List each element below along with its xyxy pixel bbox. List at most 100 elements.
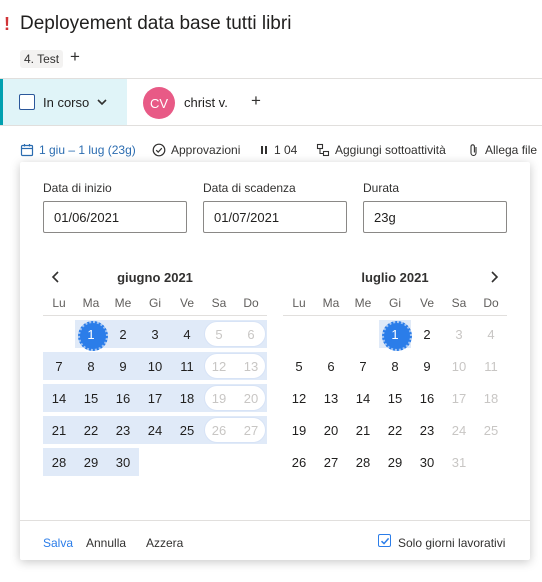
calendar-day[interactable]: 5: [283, 352, 315, 380]
reset-button[interactable]: Azzera: [146, 536, 183, 550]
calendar-day[interactable]: 14: [43, 384, 75, 412]
due-date-input[interactable]: 01/07/2021: [203, 201, 347, 233]
checklist-count-label: 1 04: [274, 143, 298, 157]
approvals-button[interactable]: Approvazioni: [152, 143, 240, 157]
task-title[interactable]: Deployement data base tutti libri: [20, 13, 291, 35]
calendar-day[interactable]: 24: [443, 416, 475, 444]
calendar-day[interactable]: 4: [475, 320, 507, 348]
weekday-divider: [43, 315, 267, 316]
save-button[interactable]: Salva: [43, 536, 73, 550]
calendar-day[interactable]: 13: [315, 384, 347, 412]
calendar-day[interactable]: 13: [235, 352, 267, 380]
chevron-down-icon[interactable]: [96, 96, 108, 108]
weekday-header: Me: [354, 296, 372, 310]
add-subtask-button[interactable]: Aggiungi sottoattività: [316, 143, 446, 157]
duration-input[interactable]: 23g: [363, 201, 507, 233]
weekday-header: Ma: [82, 296, 100, 310]
calendar-day[interactable]: 30: [107, 448, 139, 476]
calendar-day[interactable]: 14: [347, 384, 379, 412]
calendar-day[interactable]: 8: [75, 352, 107, 380]
calendar-day[interactable]: 15: [379, 384, 411, 412]
calendar-day[interactable]: 28: [43, 448, 75, 476]
add-tag-button[interactable]: +: [70, 47, 80, 67]
calendar-day[interactable]: 20: [235, 384, 267, 412]
status-label: In corso: [43, 95, 90, 110]
date-picker-popup: Data di inizio Data di scadenza Durata 0…: [20, 162, 530, 560]
check-icon: [380, 537, 389, 545]
assignee-name[interactable]: christ v.: [184, 95, 228, 110]
calendar-day[interactable]: 19: [283, 416, 315, 444]
calendar-day[interactable]: 16: [107, 384, 139, 412]
calendar-day[interactable]: 11: [475, 352, 507, 380]
calendar-day[interactable]: 2: [107, 320, 139, 348]
calendar-day[interactable]: 29: [75, 448, 107, 476]
checklist-count[interactable]: 1 04: [259, 143, 297, 157]
calendar-day[interactable]: 29: [379, 448, 411, 476]
due-date-label: Data di scadenza: [203, 181, 296, 195]
calendar-day[interactable]: 10: [139, 352, 171, 380]
calendar-day[interactable]: 22: [75, 416, 107, 444]
calendar-day[interactable]: 9: [107, 352, 139, 380]
calendar-day[interactable]: 24: [139, 416, 171, 444]
weekday-header: Do: [243, 296, 259, 310]
calendar-day[interactable]: 28: [347, 448, 379, 476]
calendar-day[interactable]: 11: [171, 352, 203, 380]
calendar-day[interactable]: 20: [315, 416, 347, 444]
start-date-input[interactable]: 01/06/2021: [43, 201, 187, 233]
calendar-day[interactable]: 10: [443, 352, 475, 380]
check-circle-icon: [152, 143, 166, 157]
approvals-label: Approvazioni: [171, 143, 241, 157]
calendar-day[interactable]: 27: [315, 448, 347, 476]
calendar-day[interactable]: 12: [203, 352, 235, 380]
calendar-day[interactable]: 7: [43, 352, 75, 380]
calendar-day[interactable]: 18: [171, 384, 203, 412]
calendar-day[interactable]: 1: [75, 320, 108, 351]
calendar-day[interactable]: 8: [379, 352, 411, 380]
calendar-day[interactable]: 3: [139, 320, 171, 348]
bucket-tag[interactable]: 4. Test: [20, 50, 64, 68]
priority-icon: !: [4, 14, 10, 34]
avatar[interactable]: CV: [143, 87, 175, 119]
weekday-header: Gi: [149, 296, 161, 310]
calendar-day[interactable]: 31: [443, 448, 475, 476]
calendar-day[interactable]: 18: [475, 384, 507, 412]
calendar-day[interactable]: 26: [283, 448, 315, 476]
calendar-day[interactable]: 3: [443, 320, 475, 348]
status-checkbox[interactable]: [19, 94, 35, 110]
calendar-day[interactable]: 26: [203, 416, 235, 444]
calendar-day[interactable]: 5: [203, 320, 235, 348]
calendar-day[interactable]: 1: [379, 320, 412, 351]
attach-file-button[interactable]: Allega file: [468, 143, 537, 157]
month-title: luglio 2021: [361, 270, 429, 285]
calendar-day[interactable]: 6: [235, 320, 267, 348]
calendar-day[interactable]: 19: [203, 384, 235, 412]
footer-divider: [20, 520, 530, 521]
calendar-day[interactable]: 6: [315, 352, 347, 380]
calendar-day[interactable]: 30: [411, 448, 443, 476]
calendar-day[interactable]: 4: [171, 320, 203, 348]
dates-button[interactable]: 1 giu – 1 lug (23g): [20, 143, 136, 157]
weekday-header: Ma: [322, 296, 340, 310]
workdays-checkbox[interactable]: [378, 534, 391, 547]
calendar-day[interactable]: 27: [235, 416, 267, 444]
weekday-header: Ve: [179, 296, 194, 310]
calendar-day[interactable]: 16: [411, 384, 443, 412]
add-assignee-button[interactable]: +: [251, 91, 261, 111]
calendar-day[interactable]: 21: [347, 416, 379, 444]
calendar-day[interactable]: 22: [379, 416, 411, 444]
calendar-day[interactable]: 2: [411, 320, 443, 348]
calendar-day[interactable]: 15: [75, 384, 107, 412]
calendar-day[interactable]: 7: [347, 352, 379, 380]
calendar-day[interactable]: 21: [43, 416, 75, 444]
calendar-day[interactable]: 23: [411, 416, 443, 444]
calendar-day[interactable]: 17: [139, 384, 171, 412]
calendar-day[interactable]: 12: [283, 384, 315, 412]
calendar-day[interactable]: 25: [475, 416, 507, 444]
weekday-header: Sa: [211, 296, 227, 310]
calendar-day[interactable]: 9: [411, 352, 443, 380]
cancel-button[interactable]: Annulla: [86, 536, 126, 550]
attach-file-label: Allega file: [485, 143, 538, 157]
calendar-day[interactable]: 25: [171, 416, 203, 444]
calendar-day[interactable]: 17: [443, 384, 475, 412]
calendar-day[interactable]: 23: [107, 416, 139, 444]
